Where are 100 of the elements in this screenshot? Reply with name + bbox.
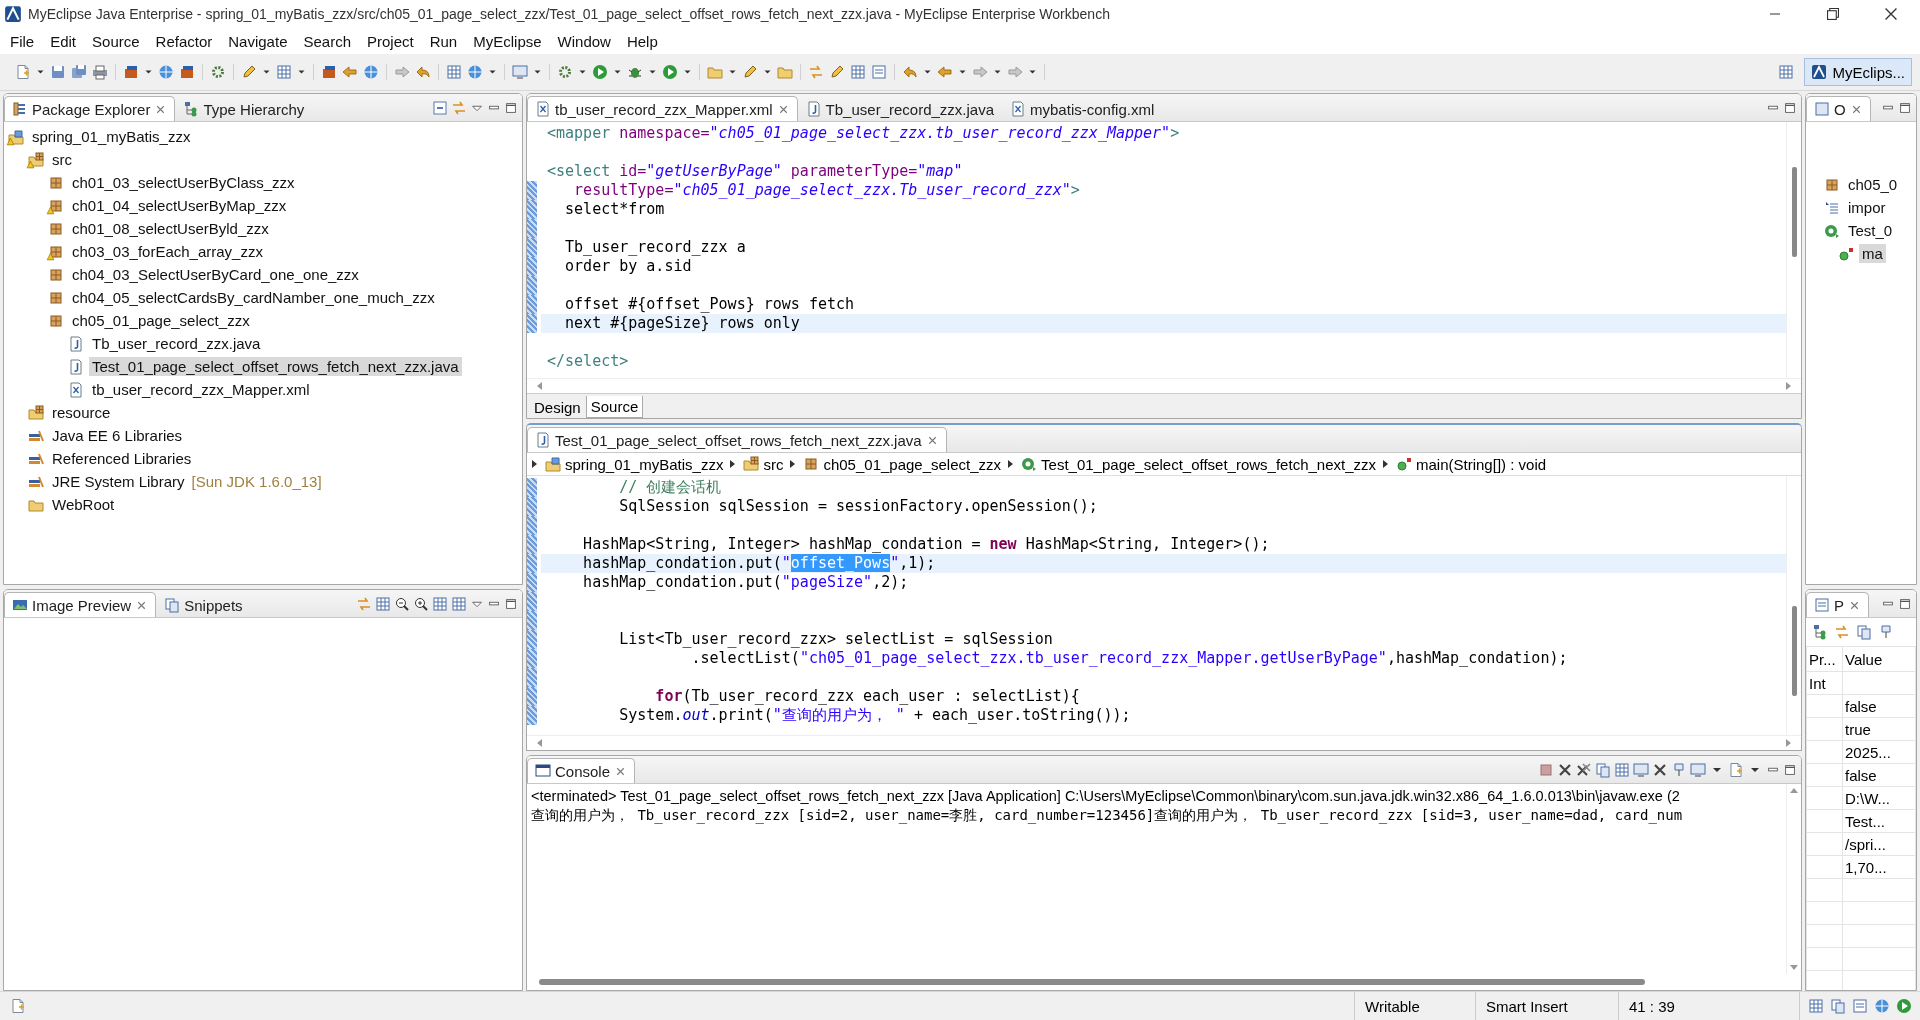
remove-icon[interactable] — [1652, 761, 1668, 778]
tree-item[interactable]: ch01_03_selectUserByClass_zzx — [69, 173, 298, 192]
tree-item[interactable]: ch04_03_SelectUserByCard_one_one_zzx — [69, 265, 362, 284]
grid-icon[interactable] — [276, 64, 292, 80]
snippets-icon[interactable] — [1856, 624, 1872, 640]
tree-item[interactable]: Referenced Libraries — [49, 449, 195, 468]
scroll-left-icon[interactable] — [537, 382, 543, 390]
tab[interactable]: Console — [527, 758, 636, 783]
scroll-right-icon[interactable] — [1785, 739, 1791, 747]
save-all-icon[interactable] — [71, 64, 87, 80]
tab[interactable]: Tb_user_record_zzx.java — [797, 96, 1003, 121]
hierarchy-icon[interactable] — [1812, 624, 1828, 640]
pencil-icon[interactable] — [742, 64, 758, 80]
snippets-icon[interactable] — [1830, 998, 1846, 1014]
tree-item[interactable]: Test_01_page_select_offset_rows_fetch_next_zzx.java — [89, 357, 462, 376]
pencil-icon[interactable] — [241, 64, 257, 80]
menu-item[interactable]: Navigate — [220, 29, 296, 53]
maximize-icon[interactable] — [504, 100, 518, 115]
breadcrumb-item[interactable]: ch05_01_page_select_zzx — [801, 455, 1004, 473]
undo-arrow-icon[interactable] — [902, 64, 918, 80]
tree-item[interactable]: ch01_08_selectUserByld_zzx — [69, 219, 272, 238]
grid-icon[interactable] — [446, 64, 462, 80]
chevron-icon[interactable] — [531, 458, 539, 470]
menu-item[interactable]: File — [2, 29, 43, 53]
pencil-icon[interactable] — [829, 64, 845, 80]
tree-item[interactable]: ch03_03_forEach_array_zzx — [69, 242, 266, 261]
remove-icon[interactable] — [1557, 761, 1573, 778]
scroll-down-icon[interactable] — [1790, 965, 1798, 970]
folder-icon[interactable] — [707, 64, 723, 80]
folder-icon[interactable] — [777, 64, 793, 80]
monitor-icon[interactable] — [512, 64, 528, 80]
box-icon[interactable] — [179, 64, 195, 80]
editor-page-tab[interactable]: Design — [529, 396, 586, 418]
tree-item[interactable]: spring_01_myBatis_zzx — [29, 127, 194, 146]
tree-item[interactable]: JRE System Library — [49, 472, 188, 491]
grid-icon[interactable] — [1614, 761, 1630, 778]
breadcrumb-item[interactable]: main(String[]) : void — [1394, 455, 1549, 473]
tab[interactable]: tb_user_record_zzx_Mapper.xml — [527, 96, 798, 121]
tab[interactable]: Image Preview — [4, 592, 157, 617]
tree-item[interactable]: ch05_01_page_select_zzx — [69, 311, 253, 330]
tab[interactable]: Snippets — [156, 592, 251, 617]
remove-all-icon[interactable] — [1576, 761, 1592, 778]
tree-item[interactable]: tb_user_record_zzx_Mapper.xml — [89, 380, 313, 399]
breadcrumb-item[interactable]: spring_01_myBatis_zzx — [543, 455, 726, 473]
link-icon[interactable] — [1834, 624, 1850, 640]
menu-item[interactable]: Search — [295, 29, 359, 53]
scroll-left-icon[interactable] — [537, 739, 543, 747]
back-arrow-icon[interactable] — [342, 64, 358, 80]
grid-icon[interactable] — [1778, 64, 1795, 80]
run-icon[interactable] — [1896, 998, 1912, 1014]
grid-icon[interactable] — [1808, 998, 1824, 1014]
chevron-icon[interactable] — [1382, 458, 1390, 470]
box-icon[interactable] — [321, 64, 337, 80]
tab[interactable]: Package Explorer — [4, 96, 176, 121]
tab[interactable]: Type Hierarchy — [175, 96, 313, 121]
menu-item[interactable]: Refactor — [147, 29, 221, 53]
tab[interactable]: Test_01_page_select_offset_rows_fetch_next_zzx.java — [527, 427, 947, 452]
tree-item[interactable]: resource — [49, 403, 114, 422]
tab[interactable]: mybatis-config.xml — [1002, 96, 1163, 121]
tree-item[interactable]: WebRoot — [49, 495, 118, 514]
run-icon[interactable] — [662, 64, 678, 80]
scroll-right-icon[interactable] — [1785, 382, 1791, 390]
globe-icon[interactable] — [363, 64, 379, 80]
collapse-all-icon[interactable] — [432, 99, 448, 116]
menu-item[interactable]: Source — [84, 29, 148, 53]
link-icon[interactable] — [451, 99, 467, 116]
menu-item[interactable]: Edit — [42, 29, 85, 53]
tree-item[interactable]: Java EE 6 Libraries — [49, 426, 186, 445]
scroll-up-icon[interactable] — [1790, 788, 1798, 793]
tab[interactable]: O — [1806, 96, 1871, 121]
gear-icon[interactable] — [210, 64, 226, 80]
new-file-icon[interactable] — [10, 998, 26, 1014]
globe-icon[interactable] — [467, 64, 483, 80]
undo-arrow-icon[interactable] — [415, 64, 431, 80]
menu-item[interactable]: Run — [421, 29, 466, 53]
editor-page-tab[interactable]: Source — [585, 396, 644, 418]
box-icon[interactable] — [123, 64, 139, 80]
breadcrumb-item[interactable]: Test_01_page_select_offset_rows_fetch_next_zzx — [1019, 455, 1378, 473]
globe-icon[interactable] — [1874, 998, 1890, 1014]
tree-item[interactable]: Tb_user_record_zzx.java — [89, 334, 264, 353]
forward-arrow-icon[interactable] — [394, 64, 410, 80]
grid-icon[interactable] — [850, 64, 866, 80]
tree-item[interactable]: src — [49, 150, 75, 169]
breadcrumb-item[interactable]: src — [741, 455, 786, 473]
new-file-icon[interactable] — [15, 64, 31, 80]
perspective-button[interactable]: MyEclips... — [1804, 58, 1912, 86]
menu-item[interactable]: MyEclipse — [465, 29, 550, 53]
print-icon[interactable] — [92, 64, 108, 80]
run-icon[interactable] — [592, 64, 608, 80]
tab[interactable]: P — [1806, 592, 1869, 617]
forward-arrow-icon[interactable] — [972, 64, 988, 80]
link-icon[interactable] — [808, 64, 824, 80]
menu-item[interactable]: Help — [618, 29, 666, 53]
tree-item[interactable]: Test_0 — [1845, 221, 1896, 240]
grid-icon[interactable] — [451, 595, 467, 612]
zoom-out-icon[interactable] — [394, 595, 410, 612]
properties-icon[interactable] — [871, 64, 887, 80]
gear-icon[interactable] — [557, 64, 573, 80]
forward-arrow-icon[interactable] — [1007, 64, 1023, 80]
pin-icon[interactable] — [1878, 624, 1894, 640]
